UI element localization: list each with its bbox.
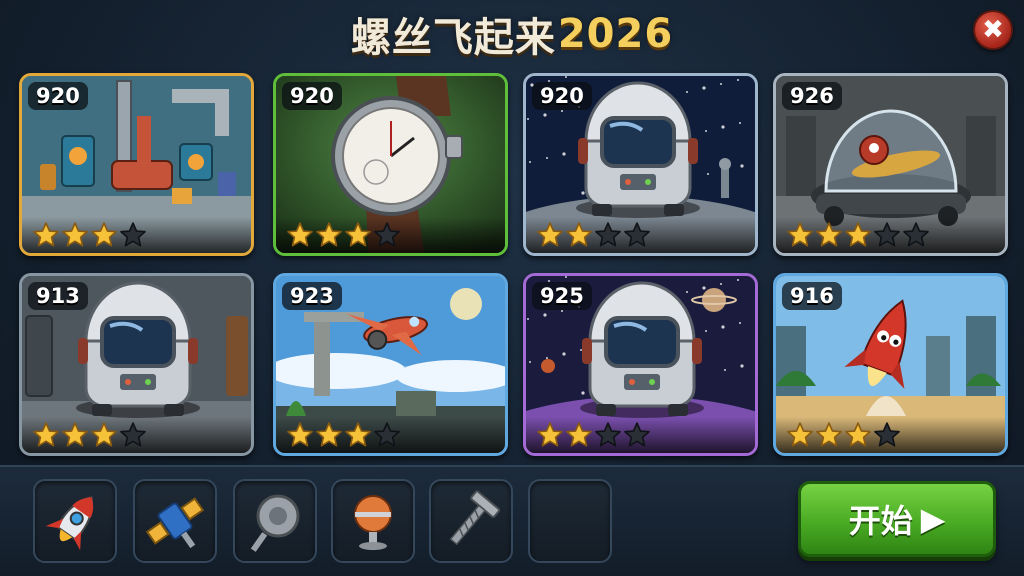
star-filled-icon — [816, 222, 842, 247]
level-number: 913 — [28, 282, 88, 310]
star-filled-icon — [845, 422, 871, 447]
satellite-icon — [145, 497, 205, 549]
star-filled-icon — [537, 222, 563, 247]
star-filled-icon — [62, 222, 88, 247]
star-rating — [526, 217, 755, 253]
inventory-slot[interactable] — [331, 479, 415, 563]
level-card[interactable]: 920 — [523, 73, 758, 256]
star-rating — [22, 417, 251, 453]
star-filled-icon — [345, 422, 371, 447]
inventory-slot[interactable] — [33, 479, 117, 563]
star-empty-icon — [874, 422, 900, 447]
start-label: 开始 — [848, 502, 913, 540]
close-button[interactable]: ✖ — [973, 10, 1013, 50]
level-card[interactable]: 920 — [19, 73, 254, 256]
start-button[interactable]: 开始 ▶ — [798, 481, 996, 557]
star-filled-icon — [316, 422, 342, 447]
star-rating — [526, 417, 755, 453]
level-card[interactable]: 923 — [273, 273, 508, 456]
title-main: 螺丝飞起来 — [350, 15, 556, 61]
inventory-slot[interactable] — [429, 479, 513, 563]
inventory-slot[interactable] — [233, 479, 317, 563]
star-empty-icon — [624, 222, 650, 247]
star-filled-icon — [33, 222, 59, 247]
star-empty-icon — [595, 222, 621, 247]
level-card[interactable]: 913 — [19, 273, 254, 456]
star-rating — [776, 417, 1005, 453]
star-filled-icon — [62, 422, 88, 447]
star-filled-icon — [345, 222, 371, 247]
level-number: 925 — [532, 282, 592, 310]
star-rating — [276, 217, 505, 253]
rocket-icon — [45, 496, 94, 551]
star-filled-icon — [816, 422, 842, 447]
play-arrow-icon: ▶ — [920, 500, 946, 538]
gear-screw-icon — [250, 494, 300, 552]
star-filled-icon — [91, 222, 117, 247]
star-filled-icon — [787, 422, 813, 447]
screw-icon — [449, 490, 501, 546]
close-icon: ✖ — [982, 15, 1004, 45]
star-rating — [276, 417, 505, 453]
star-filled-icon — [566, 422, 592, 447]
star-empty-icon — [874, 222, 900, 247]
level-card[interactable]: 926 — [773, 73, 1008, 256]
level-number: 926 — [782, 82, 842, 110]
star-empty-icon — [120, 222, 146, 247]
level-card[interactable]: 925 — [523, 273, 758, 456]
level-number: 916 — [782, 282, 842, 310]
star-filled-icon — [787, 222, 813, 247]
inventory-slot[interactable] — [133, 479, 217, 563]
level-card[interactable]: 920 — [273, 73, 508, 256]
star-rating — [776, 217, 1005, 253]
level-number: 920 — [28, 82, 88, 110]
star-empty-icon — [903, 222, 929, 247]
star-empty-icon — [374, 422, 400, 447]
level-number: 920 — [532, 82, 592, 110]
inventory-slot[interactable] — [528, 479, 612, 563]
star-filled-icon — [316, 222, 342, 247]
level-card[interactable]: 916 — [773, 273, 1008, 456]
level-number: 923 — [282, 282, 342, 310]
star-filled-icon — [287, 422, 313, 447]
star-filled-icon — [33, 422, 59, 447]
star-empty-icon — [624, 422, 650, 447]
star-filled-icon — [845, 222, 871, 247]
star-filled-icon — [537, 422, 563, 447]
game-title: 螺丝飞起来 2026 — [0, 8, 1024, 61]
star-empty-icon — [595, 422, 621, 447]
star-empty-icon — [374, 222, 400, 247]
title-year: 2026 — [557, 11, 674, 57]
star-rating — [22, 217, 251, 253]
orb-lamp-icon — [354, 495, 392, 550]
star-filled-icon — [566, 222, 592, 247]
star-empty-icon — [120, 422, 146, 447]
level-number: 920 — [282, 82, 342, 110]
star-filled-icon — [91, 422, 117, 447]
star-filled-icon — [287, 222, 313, 247]
